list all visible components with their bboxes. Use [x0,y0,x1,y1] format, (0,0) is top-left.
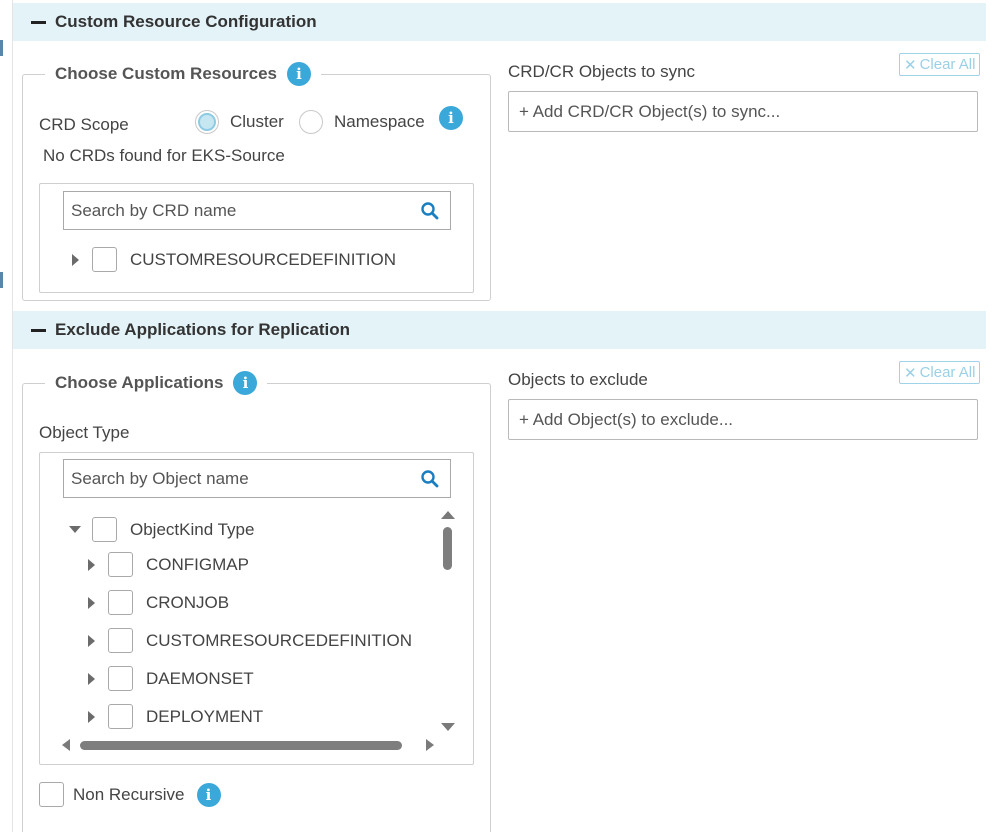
scroll-thumb[interactable] [80,741,402,750]
caret-down-icon[interactable] [68,523,82,537]
search-icon[interactable] [420,201,440,221]
caret-right-icon[interactable] [84,558,98,572]
caret-right-icon[interactable] [84,672,98,686]
choose-applications-legend: Choose Applications i [45,371,268,395]
tree-item-label: ObjectKind Type [130,519,255,539]
radio-label: Namespace [334,112,425,131]
search-placeholder: Search by Object name [71,468,249,488]
info-icon[interactable]: i [196,782,221,807]
collapse-minus-icon[interactable] [31,328,46,332]
scroll-thumb[interactable] [443,527,452,570]
tree-item-daemonset[interactable]: DAEMONSET [84,666,254,691]
add-crd-objects-input[interactable]: + Add CRD/CR Object(s) to sync... [508,91,978,132]
crd-objects-to-sync-label: CRD/CR Objects to sync [508,62,696,81]
section-title: Exclude Applications for Replication [55,320,351,339]
clear-all-label: Clear All [919,364,976,381]
tree-item-label: CUSTOMRESOURCEDEFINITION [146,630,413,650]
tree-checkbox[interactable] [108,666,133,691]
crd-search-input[interactable]: Search by CRD name [63,191,451,230]
caret-right-icon[interactable] [68,253,82,267]
tree-item-deployment[interactable]: DEPLOYMENT [84,704,263,729]
tree-item-label: CRONJOB [146,592,230,612]
tree-item-configmap[interactable]: CONFIGMAP [84,552,249,577]
tree-checkbox[interactable] [92,247,117,272]
add-placeholder: + Add Object(s) to exclude... [519,409,734,429]
non-recursive-checkbox[interactable]: Non Recursive i [39,782,221,807]
checkbox-label: Non Recursive [73,784,185,804]
tree-checkbox[interactable] [92,517,117,542]
add-objects-exclude-input[interactable]: + Add Object(s) to exclude... [508,399,978,440]
objects-to-exclude-label: Objects to exclude [508,370,648,389]
scroll-down-arrow-icon[interactable] [441,723,455,731]
x-icon: ✕ [904,364,917,382]
add-placeholder: + Add CRD/CR Object(s) to sync... [519,101,781,121]
caret-right-icon[interactable] [84,634,98,648]
tree-vertical-scrollbar[interactable] [440,511,456,731]
info-icon[interactable]: i [439,106,463,130]
tree-horizontal-scrollbar[interactable] [62,738,434,752]
tree-checkbox[interactable] [108,704,133,729]
tree-item-label: DEPLOYMENT [146,706,264,726]
tree-item-cronjob[interactable]: CRONJOB [84,590,229,615]
clear-all-exclude-button[interactable]: ✕ Clear All [899,361,981,384]
radio-dot[interactable] [299,110,323,134]
edge-marker [0,272,3,288]
choose-custom-resources-fieldset: Choose Custom Resources i CRD Scope Clus… [22,62,491,301]
tree-item-label: CONFIGMAP [146,554,249,574]
object-search-input[interactable]: Search by Object name [63,459,451,498]
custom-resource-section-header[interactable]: Custom Resource Configuration [13,3,986,41]
tree-item-label: CUSTOMRESOURCEDEFINITION [130,249,397,269]
info-icon[interactable]: i [233,371,258,395]
legend-text: Choose Custom Resources [55,64,277,83]
tree-checkbox[interactable] [108,590,133,615]
tree-item-objectkind-type[interactable]: ObjectKind Type [68,517,254,542]
tree-checkbox[interactable] [108,628,133,653]
radio-label: Cluster [230,112,284,131]
clear-all-label: Clear All [919,56,976,73]
caret-right-icon[interactable] [84,596,98,610]
crd-scope-label: CRD Scope [39,115,129,134]
no-crds-message: No CRDs found for EKS-Source [43,146,285,165]
tree-item-customresourcedefinition[interactable]: CUSTOMRESOURCEDEFINITION [68,247,396,272]
scroll-right-arrow-icon[interactable] [426,739,434,751]
exclude-applications-section-header[interactable]: Exclude Applications for Replication [13,311,986,349]
tree-checkbox[interactable] [108,552,133,577]
search-placeholder: Search by CRD name [71,200,237,220]
scroll-up-arrow-icon[interactable] [441,511,455,519]
clear-all-sync-button[interactable]: ✕ Clear All [899,53,981,76]
choose-applications-fieldset: Choose Applications i Object Type Search… [22,371,491,832]
x-icon: ✕ [904,56,917,74]
search-icon[interactable] [420,469,440,489]
tree-item-label: DAEMONSET [146,668,254,688]
tree-item-customresourcedefinition[interactable]: CUSTOMRESOURCEDEFINITION [84,628,412,653]
scroll-left-arrow-icon[interactable] [62,739,70,751]
edge-marker [0,40,3,56]
legend-text: Choose Applications [55,373,224,392]
choose-custom-resources-legend: Choose Custom Resources i [45,62,321,86]
scope-radio-cluster[interactable]: Cluster [195,110,284,134]
caret-right-icon[interactable] [84,710,98,724]
collapse-minus-icon[interactable] [31,20,46,24]
object-type-label: Object Type [39,423,130,442]
info-icon[interactable]: i [287,62,311,86]
crd-tree-box: Search by CRD name CUSTOMRESOURCEDEFINIT… [39,183,474,293]
checkbox[interactable] [39,782,64,807]
object-tree-box: Search by Object name ObjectKind Type CO… [39,452,474,765]
radio-dot[interactable] [195,110,219,134]
section-title: Custom Resource Configuration [55,12,317,31]
scope-radio-namespace[interactable]: Namespace [299,110,425,134]
left-panel-edge [0,0,13,832]
